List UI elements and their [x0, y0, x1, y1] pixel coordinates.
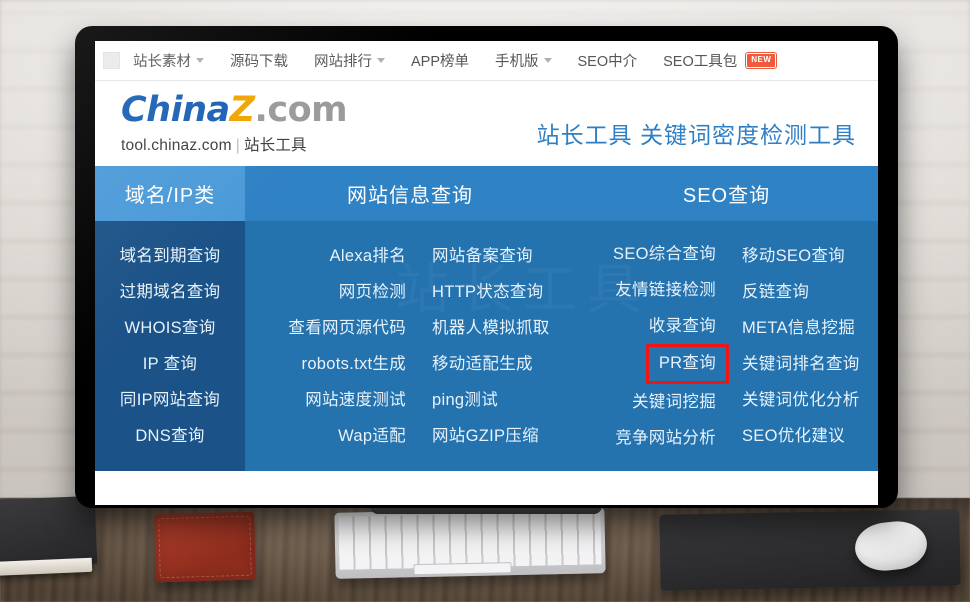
tool-link-expired-domain[interactable]: 过期域名查询	[120, 274, 221, 310]
tool-link-view-source[interactable]: 查看网页源代码	[288, 310, 406, 346]
column-site-info-left: Alexa排名 网页检测 查看网页源代码 robots.txt生成 网站速度测试…	[245, 221, 420, 471]
logo-subtitle-name: 站长工具	[243, 136, 307, 154]
tool-link-wap-adapt[interactable]: Wap适配	[338, 418, 406, 454]
tool-link-mobile-seo[interactable]: 移动SEO查询	[742, 238, 845, 274]
nav-item-zhanzhang-sucai[interactable]: 站长素材	[133, 50, 204, 71]
monitor-bezel: 站长素材 源码下载 网站排行 APP榜单 手机版 SEO中介 SEO工具包 NE…	[75, 26, 898, 508]
chevron-down-icon	[543, 58, 552, 63]
keyboard-object	[334, 507, 606, 579]
column-domain-ip: 域名到期查询 过期域名查询 WHOIS查询 IP 查询 同IP网站查询 DNS查…	[95, 221, 245, 471]
tools-panel: 域名/IP类 网站信息查询 SEO查询 域名到期查询 过期域名查询 WHOIS查…	[95, 166, 878, 471]
logo-text-z: Z	[229, 89, 255, 130]
nav-label: APP榜单	[411, 54, 470, 70]
column-site-info-right: 网站备案查询 HTTP状态查询 机器人模拟抓取 移动适配生成 ping测试 网站…	[420, 221, 570, 471]
tool-link-mobile-adapt[interactable]: 移动适配生成	[432, 346, 533, 382]
keyboard-spacebar	[413, 562, 512, 576]
nav-item-shoujiban[interactable]: 手机版	[495, 50, 552, 71]
nav-item-wangzhan-paihang[interactable]: 网站排行	[314, 50, 385, 71]
tool-link-index-query[interactable]: 收录查询	[649, 308, 716, 344]
category-label: 网站信息查询	[347, 185, 473, 207]
tool-link-robot-simulate[interactable]: 机器人模拟抓取	[432, 310, 550, 346]
tool-link-domain-expire[interactable]: 域名到期查询	[120, 238, 221, 274]
tool-link-keyword-rank[interactable]: 关键词排名查询	[742, 346, 860, 382]
brand-header: ChinaZ.com tool.chinaz.com | 站长工具 站长工具 关键词…	[95, 81, 878, 166]
page-title: 站长工具 关键词密度检测工具	[536, 122, 856, 148]
category-header-domain-ip[interactable]: 域名/IP类	[95, 166, 245, 221]
column-seo-right: 移动SEO查询 反链查询 META信息挖掘 关键词排名查询 关键词优化分析 SE…	[730, 221, 878, 471]
tool-link-whois[interactable]: WHOIS查询	[124, 310, 215, 346]
logo-subtitle: tool.chinaz.com | 站长工具	[121, 133, 307, 155]
category-label: SEO查询	[682, 185, 771, 207]
category-header-row: 域名/IP类 网站信息查询 SEO查询	[95, 166, 878, 221]
logo-text-com: .com	[254, 89, 348, 130]
site-logo[interactable]: ChinaZ.com tool.chinaz.com | 站长工具	[121, 89, 348, 155]
keyboard-keys	[338, 511, 602, 570]
logo-wordmark: ChinaZ.com	[121, 89, 348, 130]
nav-item-seo-zhongjie[interactable]: SEO中介	[578, 50, 638, 71]
top-navigation-bar: 站长素材 源码下载 网站排行 APP榜单 手机版 SEO中介 SEO工具包 NE…	[95, 41, 878, 81]
category-header-site-info[interactable]: 网站信息查询	[245, 166, 575, 221]
tool-link-meta-info[interactable]: META信息挖掘	[742, 310, 855, 346]
tool-link-http-status[interactable]: HTTP状态查询	[432, 274, 543, 310]
tool-link-gzip[interactable]: 网站GZIP压缩	[432, 418, 539, 454]
logo-text-china: China	[121, 89, 230, 130]
nav-item-yuanma-xiazai[interactable]: 源码下载	[230, 50, 288, 71]
tool-link-alexa-rank[interactable]: Alexa排名	[330, 238, 406, 274]
tools-link-grid: 域名到期查询 过期域名查询 WHOIS查询 IP 查询 同IP网站查询 DNS查…	[95, 221, 878, 471]
tool-link-icp-filing[interactable]: 网站备案查询	[432, 238, 533, 274]
tool-link-seo-overview[interactable]: SEO综合查询	[613, 236, 716, 272]
new-badge: NEW	[746, 53, 777, 68]
chevron-down-icon	[377, 58, 385, 63]
nav-label: 手机版	[495, 54, 539, 70]
placeholder-square-icon	[103, 52, 120, 69]
tool-link-keyword-optimize[interactable]: 关键词优化分析	[742, 382, 860, 418]
category-header-seo[interactable]: SEO查询	[575, 166, 878, 221]
tool-link-backlinks[interactable]: 反链查询	[742, 274, 809, 310]
nav-label: 源码下载	[230, 54, 288, 70]
tool-link-ip-query[interactable]: IP 查询	[143, 346, 197, 382]
photo-scene: 站长素材 源码下载 网站排行 APP榜单 手机版 SEO中介 SEO工具包 NE…	[0, 0, 970, 602]
columns-right-group: 站长工具 Alexa排名 网页检测 查看网页源代码 robots.txt生成 网…	[245, 221, 878, 471]
tool-link-speed-test[interactable]: 网站速度测试	[305, 382, 406, 418]
logo-subtitle-separator: |	[235, 136, 240, 154]
tool-link-competitor-analysis[interactable]: 竞争网站分析	[615, 420, 716, 456]
category-label: 域名/IP类	[124, 185, 216, 207]
tool-link-robots-txt[interactable]: robots.txt生成	[302, 346, 406, 382]
nav-label: 站长素材	[133, 54, 191, 70]
tool-link-ping-test[interactable]: ping测试	[432, 382, 498, 418]
nav-label: 网站排行	[314, 54, 372, 70]
tool-link-page-check[interactable]: 网页检测	[339, 274, 406, 310]
tool-link-dns-query[interactable]: DNS查询	[135, 418, 204, 454]
nav-item-app-bangdan[interactable]: APP榜单	[411, 50, 469, 71]
monitor-screen: 站长素材 源码下载 网站排行 APP榜单 手机版 SEO中介 SEO工具包 NE…	[95, 41, 878, 505]
chevron-down-icon	[196, 58, 204, 63]
tool-link-same-ip-sites[interactable]: 同IP网站查询	[120, 382, 220, 418]
column-seo-left: SEO综合查询 友情链接检测 收录查询 PR查询 关键词挖掘 竞争网站分析	[570, 221, 730, 471]
tool-link-friend-links[interactable]: 友情链接检测	[615, 272, 716, 308]
nav-item-seo-gongjubao[interactable]: SEO工具包 NEW	[663, 50, 777, 71]
red-wallet-object	[154, 511, 256, 583]
nav-label: SEO工具包	[663, 54, 738, 70]
tool-link-pr-query[interactable]: PR查询	[645, 344, 729, 384]
nav-label: SEO中介	[577, 54, 638, 70]
tool-link-seo-advice[interactable]: SEO优化建议	[742, 418, 845, 454]
tool-link-keyword-mining[interactable]: 关键词挖掘	[632, 384, 716, 420]
logo-subtitle-domain: tool.chinaz.com	[121, 136, 232, 154]
